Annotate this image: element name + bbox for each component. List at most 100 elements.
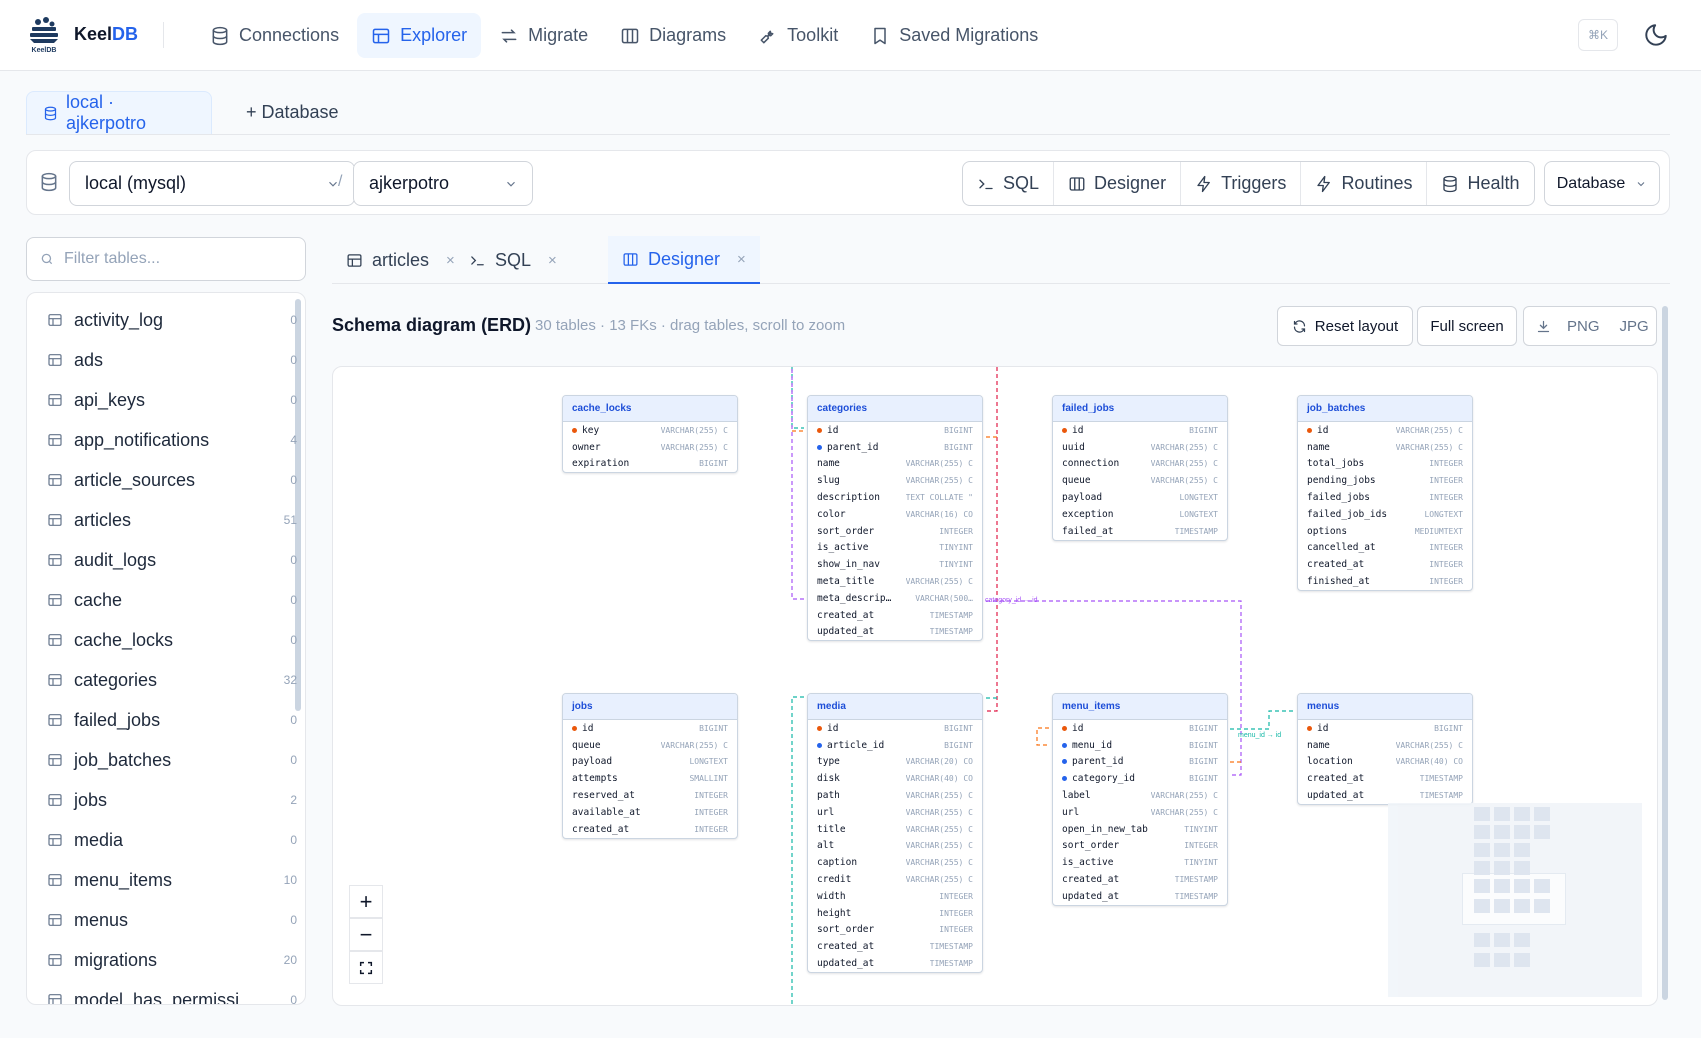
zoom-in-button[interactable]: + [349, 885, 383, 918]
routines-button[interactable]: Routines [1301, 162, 1428, 205]
schema-select[interactable]: ajkerpotro [353, 161, 533, 206]
table-list-item[interactable]: job_batches 0 [27, 740, 297, 780]
minimap-table-block [1474, 825, 1490, 839]
column-name: updated_at [817, 626, 875, 638]
table-list-item[interactable]: failed_jobs 0 [27, 700, 297, 740]
table-list-item[interactable]: audit_logs 0 [27, 540, 297, 580]
reset-layout-button[interactable]: Reset layout [1277, 306, 1413, 346]
fit-view-button[interactable] [349, 951, 383, 984]
erd-column: title VARCHAR(255) C [808, 821, 982, 838]
nav-migrate[interactable]: Migrate [485, 13, 602, 58]
tab-designer[interactable]: Designer × [608, 236, 760, 284]
export-png-button[interactable]: PNG [1567, 318, 1600, 335]
table-name: cache_locks [74, 629, 174, 650]
tab-sql[interactable]: SQL × [455, 236, 571, 284]
erd-table-categories[interactable]: categories id BIGINT parent_id BIGINT name VAR… [807, 395, 983, 642]
column-type: VARCHAR(255) C [1150, 791, 1218, 801]
column-name: sort_order [817, 525, 875, 537]
table-icon [371, 26, 391, 46]
table-list-item[interactable]: articles 51 [27, 500, 297, 540]
erd-table-jobs[interactable]: jobs id BIGINT queue VARCHAR(255) C payload LO… [562, 693, 738, 839]
close-tab-button[interactable]: × [548, 252, 557, 269]
table-list-item[interactable]: api_keys 0 [27, 380, 297, 420]
column-type: VARCHAR(255) C [905, 791, 973, 801]
erd-column: updated_at TIMESTAMP [808, 624, 982, 641]
erd-table-menus[interactable]: menus id BIGINT name VARCHAR(255) C location V… [1297, 693, 1473, 805]
column-name: available_at [572, 806, 641, 818]
table-list-item[interactable]: ads 0 [27, 340, 297, 380]
table-list-item[interactable]: media 0 [27, 820, 297, 860]
table-list-item[interactable]: cache 0 [27, 580, 297, 620]
table-list-item[interactable]: jobs 2 [27, 780, 297, 820]
chevron-down-icon [1635, 178, 1647, 190]
column-type: INTEGER [939, 908, 973, 918]
erd-table-title: media [808, 694, 982, 720]
keeldb-logo[interactable]: KeelDB [26, 16, 62, 54]
column-name: slug [817, 475, 840, 487]
zoom-out-button[interactable]: − [349, 918, 383, 951]
table-list-item[interactable]: categories 32 [27, 660, 297, 700]
nav-toolkit[interactable]: Toolkit [744, 13, 852, 58]
fk-line-articles-media [986, 367, 998, 712]
schema-select-value: ajkerpotro [369, 173, 450, 193]
connection-tab-active[interactable]: local · ajkerpotro [26, 91, 212, 134]
database-menu-button[interactable]: Database [1544, 161, 1660, 206]
column-name: width [817, 890, 846, 902]
primary-key-icon [1307, 725, 1312, 731]
erd-canvas[interactable]: category_id → id menu_id → id cache_lock… [332, 366, 1658, 1006]
erd-table-title: categories [808, 396, 982, 422]
erd-column: failed_jobs INTEGER [1298, 489, 1472, 506]
erd-table-media[interactable]: media id BIGINT article_id BIGINT type VARCHAR… [807, 693, 983, 973]
row-count: 2 [290, 793, 297, 807]
table-icon [47, 392, 63, 408]
nav-explorer[interactable]: Explorer [357, 13, 482, 58]
erd-table-cache-locks[interactable]: cache_locks key VARCHAR(255) C owner VARCHAR… [562, 395, 738, 474]
close-tab-button[interactable]: × [446, 252, 455, 269]
sql-button[interactable]: SQL [963, 162, 1055, 205]
column-name: failed_jobs [1307, 492, 1370, 504]
designer-button[interactable]: Designer [1054, 162, 1182, 205]
column-type: VARCHAR(255) C [660, 740, 728, 750]
table-list-item[interactable]: app_notifications 4 [27, 420, 297, 460]
column-type: TIMESTAMP [929, 959, 973, 969]
filter-tables-input[interactable] [64, 250, 284, 268]
table-icon [47, 312, 63, 328]
erd-table-menu-items[interactable]: menu_items id BIGINT menu_id BIGINT parent_id… [1052, 693, 1228, 906]
erd-table-job-batches[interactable]: job_batches id VARCHAR(255) C name VARCHAR(2… [1297, 395, 1473, 591]
table-list-item[interactable]: article_sources 0 [27, 460, 297, 500]
nav-diagrams[interactable]: Diagrams [606, 13, 740, 58]
export-jpg-button[interactable]: JPG [1620, 318, 1649, 335]
column-type: VARCHAR(255) C [905, 858, 973, 868]
erd-column: caption VARCHAR(255) C [808, 854, 982, 871]
erd-column: payload LONGTEXT [563, 754, 737, 771]
minimap[interactable] [1388, 803, 1642, 997]
table-list-item[interactable]: cache_locks 0 [27, 620, 297, 660]
table-list-item[interactable]: activity_log 0 [27, 300, 297, 340]
full-screen-button[interactable]: Full screen [1417, 306, 1517, 346]
close-tab-button[interactable]: × [737, 251, 746, 268]
erd-table-failed-jobs[interactable]: failed_jobs id BIGINT uuid VARCHAR(255) Ccon… [1052, 395, 1228, 541]
tab-articles[interactable]: articles × [332, 236, 469, 284]
erd-column: sort_order INTEGER [808, 523, 982, 540]
table-list-item[interactable]: migrations 20 [27, 940, 297, 980]
erd-column: label VARCHAR(255) C [1053, 787, 1227, 804]
add-database-button[interactable]: + Database [230, 91, 355, 134]
column-type: INTEGER [694, 807, 728, 817]
connection-select[interactable]: local (mysql) [69, 161, 355, 206]
nav-saved-migrations[interactable]: Saved Migrations [856, 13, 1052, 58]
triggers-button[interactable]: Triggers [1181, 162, 1302, 205]
nav-connections[interactable]: Connections [196, 13, 353, 58]
table-name: activity_log [74, 309, 164, 330]
filter-tables-field[interactable] [26, 237, 306, 281]
command-palette-shortcut[interactable]: ⌘K [1578, 19, 1618, 51]
table-list-item[interactable]: menus 0 [27, 900, 297, 940]
health-button[interactable]: Health [1427, 162, 1533, 205]
bolt-icon [1195, 175, 1213, 193]
theme-toggle-button[interactable] [1640, 19, 1672, 51]
table-list-item[interactable]: model_has_permissi 0 [27, 980, 297, 1004]
erd-title: Schema diagram (ERD) [332, 315, 532, 335]
erd-column: queue VARCHAR(255) C [563, 737, 737, 754]
column-name: updated_at [1307, 790, 1365, 802]
page-scrollbar[interactable] [1662, 306, 1668, 1000]
table-list-item[interactable]: menu_items 10 [27, 860, 297, 900]
